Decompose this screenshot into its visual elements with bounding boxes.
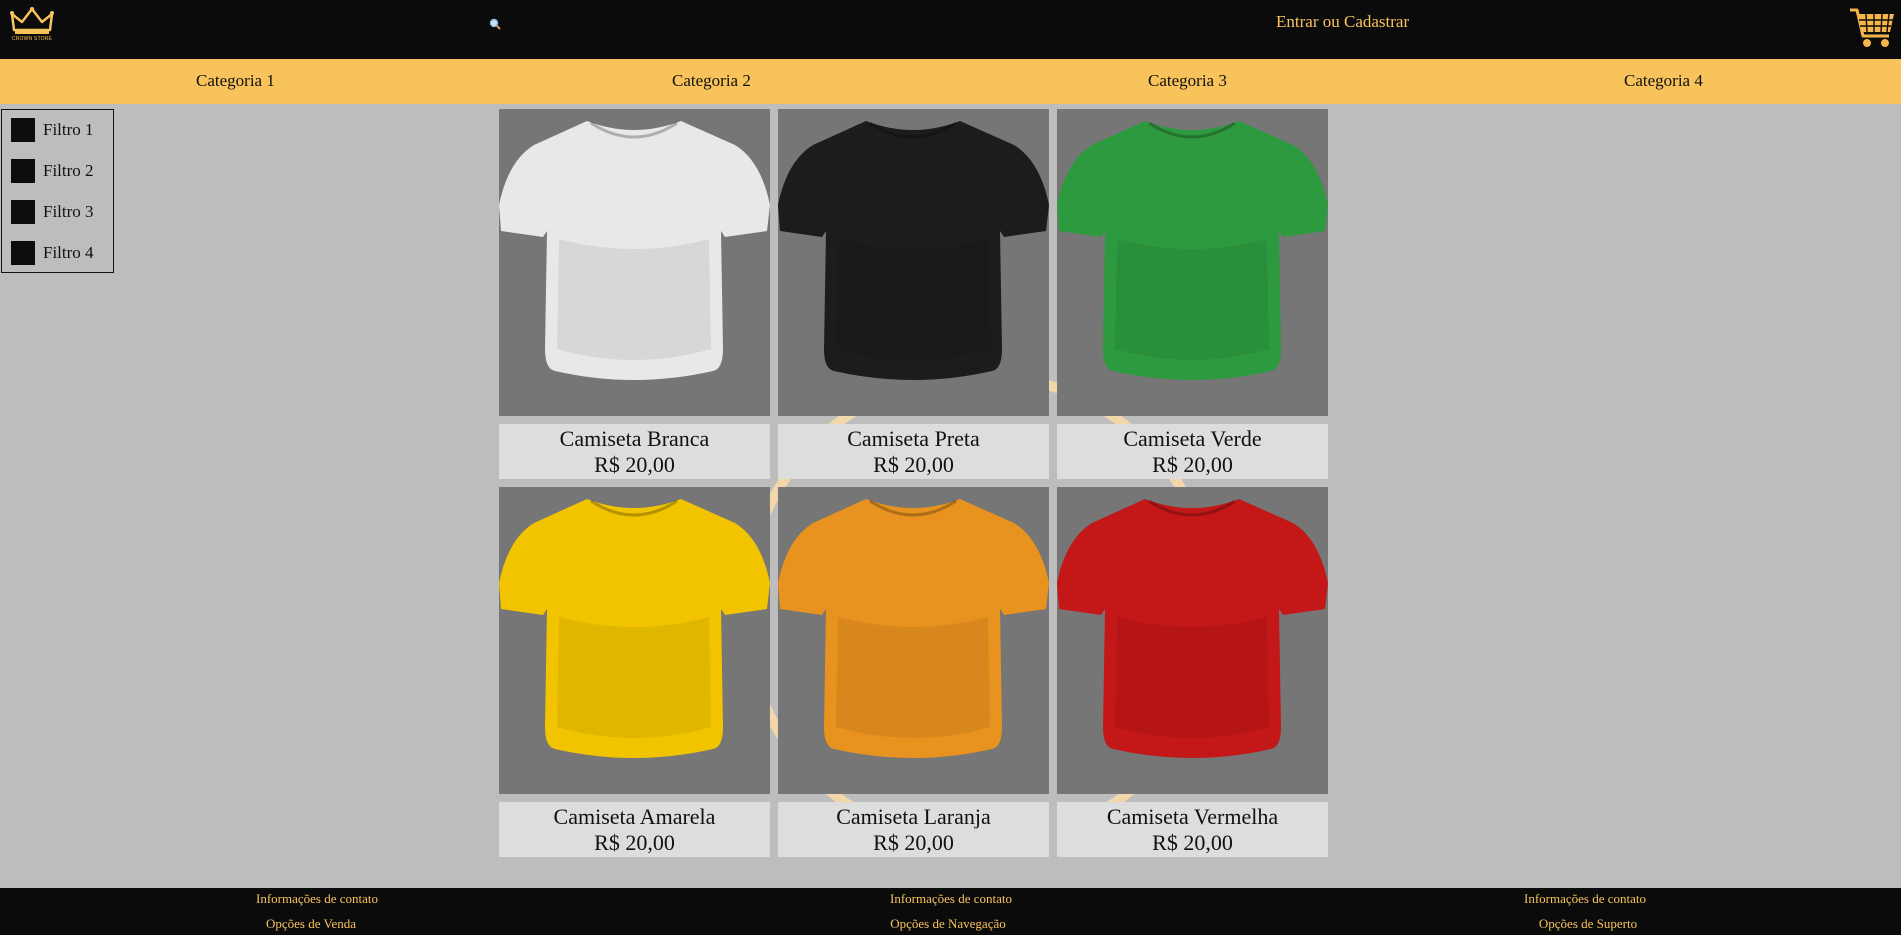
product-image[interactable]: [499, 487, 770, 794]
product-price: R$ 20,00: [594, 452, 675, 477]
filter-label: Filtro 1: [43, 120, 94, 139]
tshirt-shading: [557, 617, 711, 738]
crown-logo[interactable]: CROWN STORE: [8, 6, 56, 46]
product-card[interactable]: Camiseta Vermelha R$ 20,00: [1057, 487, 1328, 857]
product-info: Camiseta Laranja R$ 20,00: [778, 802, 1049, 857]
tshirt-shading: [836, 239, 990, 360]
footer-contact-link[interactable]: Informações de contato: [256, 891, 378, 907]
product-card[interactable]: Camiseta Verde R$ 20,00: [1057, 109, 1328, 479]
product-info: Camiseta Verde R$ 20,00: [1057, 424, 1328, 479]
product-info: Camiseta Preta R$ 20,00: [778, 424, 1049, 479]
filter-checkbox[interactable]: [11, 118, 35, 142]
product-name: Camiseta Laranja: [836, 804, 991, 829]
product-price: R$ 20,00: [873, 830, 954, 855]
product-info: Camiseta Branca R$ 20,00: [499, 424, 770, 479]
footer-navigation-options-link[interactable]: Opções de Navegação: [890, 916, 1006, 932]
product-name: Camiseta Vermelha: [1106, 804, 1279, 829]
product-price: R$ 20,00: [594, 830, 675, 855]
category-2-link[interactable]: Categoria 2: [672, 71, 751, 91]
filter-label: Filtro 3: [43, 202, 94, 221]
product-price: R$ 20,00: [1152, 452, 1233, 477]
footer-contact-link[interactable]: Informações de contato: [890, 891, 1012, 907]
category-1-link[interactable]: Categoria 1: [196, 71, 275, 91]
product-card[interactable]: Camiseta Preta R$ 20,00: [778, 109, 1049, 479]
category-4-link[interactable]: Categoria 4: [1624, 71, 1703, 91]
product-info: Camiseta Amarela R$ 20,00: [499, 802, 770, 857]
product-image[interactable]: [778, 487, 1049, 794]
product-price: R$ 20,00: [1152, 830, 1233, 855]
filter-label: Filtro 4: [43, 243, 94, 262]
shopping-cart-icon[interactable]: [1848, 4, 1896, 52]
product-image[interactable]: [1057, 487, 1328, 794]
product-price: R$ 20,00: [873, 452, 954, 477]
product-card[interactable]: Camiseta Branca R$ 20,00: [499, 109, 770, 479]
top-header: CROWN STORE Entrar ou Cadastrar: [0, 0, 1901, 59]
search-icon[interactable]: [489, 17, 501, 30]
site-footer: Informações de contato Opções de Venda I…: [0, 888, 1901, 935]
filter-label: Filtro 2: [43, 161, 94, 180]
crown-icon: [10, 7, 54, 34]
tshirt-shading: [557, 239, 711, 360]
product-name: Camiseta Verde: [1123, 426, 1262, 451]
category-nav: Categoria 1 Categoria 2 Categoria 3 Cate…: [0, 59, 1901, 104]
filter-checkbox[interactable]: [11, 159, 35, 183]
category-3-link[interactable]: Categoria 3: [1148, 71, 1227, 91]
product-name: Camiseta Amarela: [553, 804, 716, 829]
product-name: Camiseta Preta: [847, 426, 980, 451]
tshirt-shading: [836, 617, 990, 738]
login-register-link[interactable]: Entrar ou Cadastrar: [1276, 12, 1409, 32]
filter-checkbox[interactable]: [11, 200, 35, 224]
logo-text: CROWN STORE: [11, 36, 53, 42]
product-image[interactable]: [778, 109, 1049, 416]
tshirt-shading: [1115, 617, 1269, 738]
tshirt-shading: [1115, 239, 1269, 360]
product-card[interactable]: Camiseta Laranja R$ 20,00: [778, 487, 1049, 857]
product-image[interactable]: [1057, 109, 1328, 416]
product-image[interactable]: [499, 109, 770, 416]
filter-checkbox[interactable]: [11, 241, 35, 265]
product-info: Camiseta Vermelha R$ 20,00: [1057, 802, 1328, 857]
filter-panel: Filtro 1 Filtro 2 Filtro 3 Filtro 4: [1, 109, 114, 273]
footer-sales-options-link[interactable]: Opções de Venda: [266, 916, 356, 932]
product-name: Camiseta Branca: [559, 426, 710, 451]
footer-contact-link[interactable]: Informações de contato: [1524, 891, 1646, 907]
footer-support-options-link[interactable]: Opções de Superto: [1539, 916, 1637, 932]
product-card[interactable]: Camiseta Amarela R$ 20,00: [499, 487, 770, 857]
